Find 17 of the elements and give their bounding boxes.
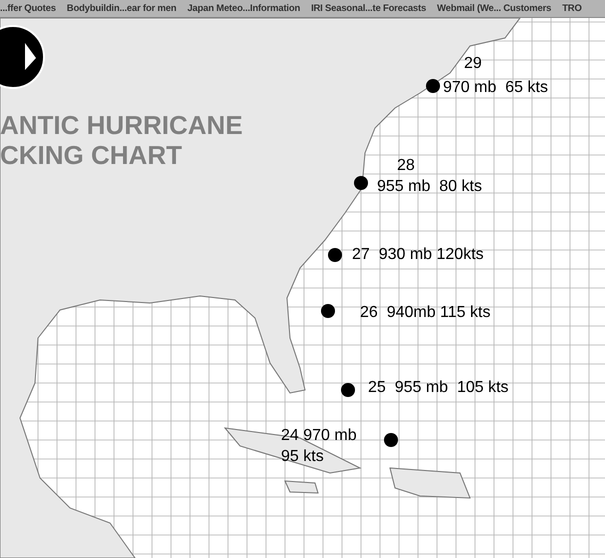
storm-annotation: 955 mb 80 kts <box>377 177 482 197</box>
storm-annotation: 27 930 mb 120kts <box>352 245 484 265</box>
chart-title: ANTIC HURRICANE <box>0 110 243 140</box>
storm-annotation: 95 kts <box>281 447 324 467</box>
bookmark-link[interactable]: Japan Meteo...Information <box>187 4 300 14</box>
bookmark-link[interactable]: ...ffer Quotes <box>0 4 56 14</box>
bookmark-link[interactable]: TRO <box>562 4 582 14</box>
bookmark-link[interactable]: Bodybuildin...ear for men <box>66 4 176 14</box>
storm-annotation: 28 <box>397 156 415 176</box>
storm-annotation: 29 <box>464 54 482 74</box>
bookmark-link[interactable]: Webmail (We... Customers <box>437 4 552 14</box>
bookmark-link[interactable]: IRI Seasonal...te Forecasts <box>311 4 426 14</box>
storm-annotation: 25 955 mb 105 kts <box>368 378 509 398</box>
storm-annotation: 26 940mb 115 kts <box>360 303 490 323</box>
chart-title: CKING CHART <box>0 140 183 170</box>
storm-annotation: 24 970 mb <box>281 426 357 446</box>
storm-annotation: 970 mb 65 kts <box>443 78 548 98</box>
